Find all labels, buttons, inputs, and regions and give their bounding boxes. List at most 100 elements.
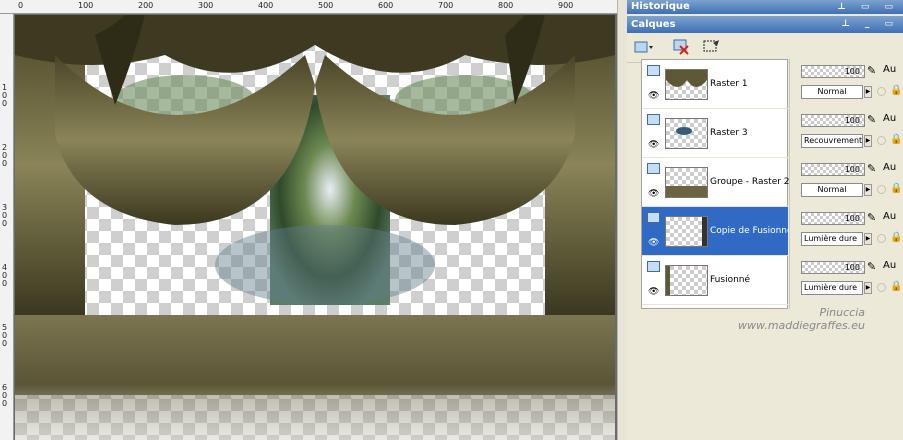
opacity-slider[interactable]: 100 (801, 114, 865, 127)
layer-thumbnail (665, 167, 708, 198)
layer-props-row: 100 ✎ Au Lumière dure ▶ 🔒 (797, 255, 903, 304)
chevron-right-icon[interactable]: ▶ (864, 135, 872, 147)
layer-name: Raster 3 (710, 128, 748, 138)
layer-option-label: Au (883, 260, 897, 271)
history-title: Historique (631, 1, 690, 12)
brush-icon[interactable]: ✎ (867, 64, 876, 77)
watermark: Pinuccia www.maddiegraffes.eu (660, 306, 865, 332)
chevron-right-icon[interactable]: ▶ (864, 282, 872, 294)
ruler-label: 500 (318, 1, 334, 10)
layer-thumbnail (665, 118, 708, 149)
panel-splitter[interactable] (617, 0, 627, 440)
blend-mode-select[interactable]: Lumière dure (801, 232, 863, 246)
layer-properties: 100 ✎ Au Normal ▶ 🔒 100 ✎ Au Recouvremen… (797, 59, 903, 309)
layer-option-label: Au (883, 211, 897, 222)
layer-row[interactable]: 👁 Groupe - Raster 2 (642, 158, 790, 207)
ruler-label: 2 0 0 (2, 143, 8, 168)
layers-titlebar[interactable]: Calques ⊥ _ ▭ (627, 16, 903, 33)
layer-row[interactable]: 👁 Raster 3 (642, 109, 788, 158)
layers-title: Calques (631, 19, 676, 30)
ruler-label: 300 (198, 1, 214, 10)
visibility-toggle-icon[interactable] (877, 87, 886, 96)
ruler-label: 600 (378, 1, 394, 10)
eye-icon[interactable]: 👁 (648, 189, 659, 199)
visibility-toggle-icon[interactable] (877, 234, 886, 243)
ruler-label: 900 (558, 1, 574, 10)
layer-name: Groupe - Raster 2 (710, 177, 790, 187)
visibility-toggle-icon[interactable] (877, 185, 886, 194)
delete-layer-button[interactable] (671, 37, 693, 57)
layers-panel: Historique ⊥ ▭ ▭ Calques ⊥ _ ▭ 👁 Raster … (627, 0, 903, 440)
layer-props-row: 100 ✎ Au Normal ▶ 🔒 (797, 157, 903, 206)
watermark-line1: Pinuccia (819, 306, 865, 319)
layer-thumbnail (665, 69, 708, 100)
blend-mode-select[interactable]: Recouvrement (801, 134, 863, 148)
ruler-label: 4 0 0 (2, 263, 8, 288)
blend-mode-select[interactable]: Normal (801, 183, 863, 197)
opacity-slider[interactable]: 100 (801, 65, 865, 78)
blend-mode-select[interactable]: Lumière dure (801, 281, 863, 295)
ruler-label: 700 (438, 1, 454, 10)
layer-thumbnail (665, 265, 708, 296)
image-canvas[interactable] (15, 15, 615, 440)
layer-props-row: 100 ✎ Au Lumière dure ▶ 🔒 (797, 206, 903, 255)
ruler-horizontal: 0 100 200 300 400 500 600 700 800 900 (0, 0, 620, 14)
history-titlebar[interactable]: Historique ⊥ ▭ ▭ (627, 0, 903, 14)
opacity-slider[interactable]: 100 (801, 212, 865, 225)
ruler-label: 5 0 0 (2, 323, 8, 348)
canvas-area[interactable]: 0 100 200 300 400 500 600 700 800 900 1 … (0, 0, 620, 440)
raster-layer-icon (647, 212, 660, 223)
layer-props-row: 100 ✎ Au Normal ▶ 🔒 (797, 59, 903, 108)
lock-icon[interactable]: 🔒 (890, 85, 902, 96)
layer-row[interactable]: 👁 Raster 1 (642, 60, 788, 109)
layer-name: Copie de Fusionné (710, 226, 793, 236)
eye-icon[interactable]: 👁 (648, 91, 659, 101)
chevron-right-icon[interactable]: ▶ (864, 184, 872, 196)
layer-props-row: 100 ✎ Au Recouvrement ▶ 🔒 (797, 108, 903, 157)
lock-icon[interactable]: 🔒 (890, 232, 902, 243)
raster-layer-icon (647, 163, 660, 174)
eye-icon[interactable]: 👁 (648, 238, 659, 248)
layer-row-selected[interactable]: 👁 Copie de Fusionné (642, 207, 793, 256)
opacity-slider[interactable]: 100 (801, 163, 865, 176)
layer-option-label: Au (883, 64, 897, 75)
layer-option-label: Au (883, 113, 897, 124)
mask-button[interactable] (701, 37, 723, 57)
raster-layer-icon (647, 114, 660, 125)
layers-list[interactable]: 👁 Raster 1 👁 Raster 3 👁 Groupe - Raster … (641, 59, 793, 309)
brush-icon[interactable]: ✎ (867, 162, 876, 175)
brush-icon[interactable]: ✎ (867, 260, 876, 273)
delete-layer-icon (673, 39, 689, 55)
blend-mode-select[interactable]: Normal (801, 85, 863, 99)
ruler-label: 800 (498, 1, 514, 10)
lock-icon[interactable]: 🔒 (890, 134, 902, 145)
lock-icon[interactable]: 🔒 (890, 281, 902, 292)
raster-layer-icon (647, 65, 660, 76)
brush-icon[interactable]: ✎ (867, 113, 876, 126)
lock-icon[interactable]: 🔒 (890, 183, 902, 194)
ruler-label: 400 (258, 1, 274, 10)
opacity-slider[interactable]: 100 (801, 261, 865, 274)
chevron-right-icon[interactable]: ▶ (864, 233, 872, 245)
ruler-label: 200 (138, 1, 154, 10)
layers-titlebar-buttons[interactable]: ⊥ _ ▭ (842, 16, 900, 33)
selection-mask-icon (703, 40, 719, 52)
eye-icon[interactable]: 👁 (648, 287, 659, 297)
visibility-toggle-icon[interactable] (877, 283, 886, 292)
new-layer-button[interactable] (633, 37, 655, 57)
ruler-label: 3 0 0 (2, 203, 8, 228)
raster-layer-icon (647, 261, 660, 272)
brush-icon[interactable]: ✎ (867, 211, 876, 224)
visibility-toggle-icon[interactable] (877, 136, 886, 145)
chevron-right-icon[interactable]: ▶ (864, 86, 872, 98)
eye-icon[interactable]: 👁 (648, 140, 659, 150)
layers-scrollbar[interactable] (789, 59, 797, 309)
ruler-label: 100 (78, 1, 94, 10)
new-layer-icon (634, 41, 653, 53)
titlebar-buttons[interactable]: ⊥ ▭ ▭ (838, 0, 900, 14)
ruler-label: 1 0 0 (2, 83, 8, 108)
layer-name: Raster 1 (710, 79, 748, 89)
watermark-line2: www.maddiegraffes.eu (738, 319, 865, 332)
layer-row[interactable]: 👁 Fusionné (642, 256, 788, 305)
layer-thumbnail (665, 216, 708, 247)
